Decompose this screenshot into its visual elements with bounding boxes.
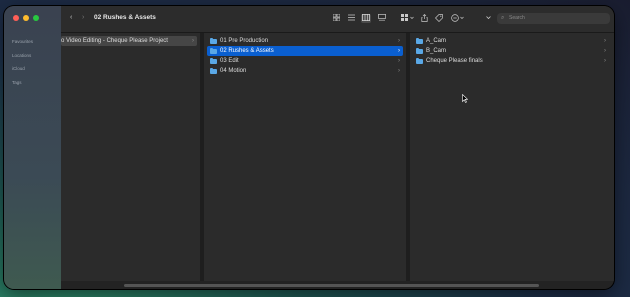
folder-icon [210, 68, 217, 74]
list-item-label: B_Cam [426, 48, 447, 54]
chevron-right-icon: › [398, 48, 400, 54]
column-1[interactable]: o Video Editing - Cheque Please Project … [61, 33, 200, 281]
sidebar-section-tags[interactable]: Tags [12, 76, 33, 90]
column-browser: o Video Editing - Cheque Please Project … [61, 33, 614, 281]
list-item[interactable]: A_Cam › [413, 36, 609, 46]
chevron-right-icon: › [192, 38, 194, 44]
window-title: 02 Rushes & Assets [94, 14, 156, 21]
column-3[interactable]: A_Cam › B_Cam › Cheque Please finals › [410, 33, 614, 281]
zoom-button[interactable] [33, 15, 39, 21]
list-item-label: 03 Edit [220, 58, 239, 64]
list-item-label: o Video Editing - Cheque Please Project [61, 38, 168, 44]
expand-chevron-icon[interactable] [483, 14, 493, 23]
folder-icon [210, 38, 217, 44]
sidebar-section-list: Favourites Locations iCloud Tags [12, 35, 33, 89]
tag-icon[interactable] [434, 14, 444, 23]
mouse-cursor-icon [462, 93, 469, 105]
group-icon[interactable] [400, 14, 416, 23]
sidebar-section-locations[interactable]: Locations [12, 49, 33, 63]
chevron-right-icon: › [398, 68, 400, 74]
folder-icon [416, 58, 423, 64]
forward-button[interactable]: › [82, 13, 84, 23]
back-button[interactable]: ‹ [70, 13, 72, 23]
sidebar-section-favourites[interactable]: Favourites [12, 35, 33, 49]
chevron-right-icon: › [604, 48, 606, 54]
sidebar-section-icloud[interactable]: iCloud [12, 62, 33, 76]
folder-icon [416, 38, 423, 44]
search-icon: ⌕ [501, 15, 505, 21]
chevron-right-icon: › [604, 38, 606, 44]
list-item-label: Cheque Please finals [426, 58, 483, 64]
list-item-label: 04 Motion [220, 68, 247, 74]
close-button[interactable] [13, 15, 19, 21]
chevron-right-icon: › [398, 38, 400, 44]
list-item-label: A_Cam [426, 38, 447, 44]
toolbar: ‹ › 02 Rushes & Assets ⌕ Search [61, 6, 614, 33]
finder-window: Favourites Locations iCloud Tags ‹ › 02 … [4, 6, 614, 289]
search-field[interactable]: ⌕ Search [497, 13, 610, 24]
more-actions-icon[interactable] [450, 14, 466, 23]
horizontal-scrollbar[interactable] [124, 284, 539, 287]
sidebar: Favourites Locations iCloud Tags [4, 6, 61, 289]
search-placeholder: Search [509, 15, 525, 21]
list-item[interactable]: o Video Editing - Cheque Please Project … [61, 36, 197, 46]
list-item[interactable]: 01 Pre Production › [207, 36, 403, 46]
minimize-button[interactable] [23, 15, 29, 21]
list-item-label: 01 Pre Production [220, 38, 269, 44]
chevron-right-icon: › [398, 58, 400, 64]
column-2[interactable]: 01 Pre Production › 02 Rushes & Assets ›… [204, 33, 406, 281]
folder-icon [210, 58, 217, 64]
list-item[interactable]: 04 Motion › [207, 66, 403, 76]
grid-view-icon[interactable] [331, 13, 341, 23]
folder-icon [210, 48, 217, 54]
folder-icon [416, 48, 423, 54]
list-item[interactable]: B_Cam › [413, 46, 609, 56]
column-view-icon[interactable] [361, 14, 371, 23]
list-item[interactable]: 02 Rushes & Assets › [207, 46, 403, 56]
list-item[interactable]: Cheque Please finals › [413, 56, 609, 66]
list-view-icon[interactable] [346, 14, 356, 23]
gallery-view-icon[interactable] [377, 14, 387, 23]
list-item-label: 02 Rushes & Assets [220, 48, 274, 54]
chevron-right-icon: › [604, 58, 606, 64]
window-controls [13, 15, 39, 21]
list-item[interactable]: 03 Edit › [207, 56, 403, 66]
share-icon[interactable] [419, 14, 429, 23]
